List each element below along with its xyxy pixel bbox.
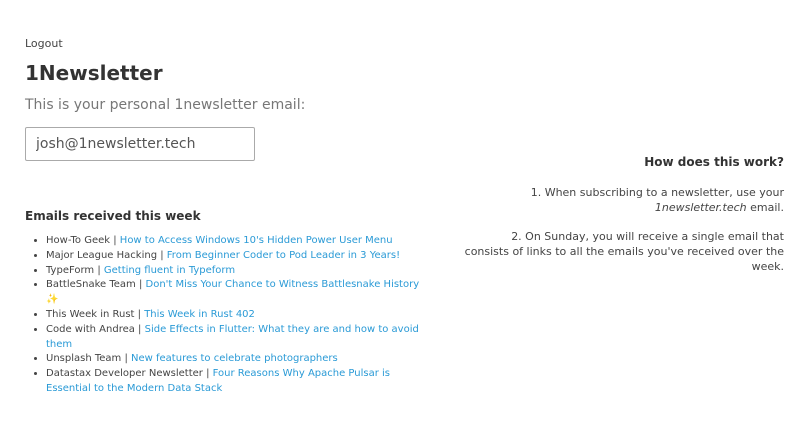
how-it-works-heading: How does this work?: [644, 155, 784, 169]
separator: |: [121, 353, 132, 365]
email-sender: BattleSnake Team: [46, 279, 136, 291]
step1-prefix: 1. When subscribing to a newsletter, use…: [530, 186, 784, 199]
email-subject-link[interactable]: This Week in Rust 402: [144, 309, 255, 320]
email-sender: Datastax Developer Newsletter: [46, 368, 203, 380]
email-sender: TypeForm: [46, 264, 95, 276]
email-subject-link[interactable]: New features to celebrate photographers: [131, 353, 338, 364]
email-sender: How-To Geek: [46, 235, 111, 246]
sparkle-icon: ✨: [46, 294, 59, 306]
list-item: Datastax Developer Newsletter | Four Rea…: [46, 367, 425, 397]
emails-heading: Emails received this week: [25, 209, 201, 223]
page-title: 1Newsletter: [25, 61, 163, 85]
step1-email-domain: 1newsletter.tech: [654, 201, 747, 214]
email-sender: Major League Hacking: [46, 249, 158, 261]
list-item: BattleSnake Team | Don't Miss Your Chanc…: [46, 278, 425, 308]
email-sender: This Week in Rust: [46, 308, 135, 320]
list-item: Code with Andrea | Side Effects in Flutt…: [46, 323, 425, 353]
separator: |: [157, 249, 167, 261]
logout-link[interactable]: Logout: [25, 37, 63, 50]
step1-suffix: email.: [746, 201, 784, 214]
list-item: This Week in Rust | This Week in Rust 40…: [46, 308, 425, 323]
intro-text: This is your personal 1newsletter email:: [25, 97, 306, 113]
list-item: How-To Geek | How to Access Windows 10's…: [46, 234, 425, 249]
list-item: Major League Hacking | From Beginner Cod…: [46, 249, 425, 264]
list-item: TypeForm | Getting fluent in Typeform: [46, 264, 425, 279]
separator: |: [134, 323, 145, 335]
email-subject-link[interactable]: Don't Miss Your Chance to Witness Battle…: [146, 279, 420, 290]
separator: |: [110, 235, 120, 246]
email-list: How-To Geek | How to Access Windows 10's…: [25, 234, 425, 397]
how-it-works-panel: How does this work? 1. When subscribing …: [464, 155, 784, 288]
email-subject-link[interactable]: From Beginner Coder to Pod Leader in 3 Y…: [167, 250, 400, 261]
list-item: Unsplash Team | New features to celebrat…: [46, 352, 425, 367]
separator: |: [135, 279, 146, 291]
email-subject-link[interactable]: Getting fluent in Typeform: [104, 265, 235, 276]
email-sender: Code with Andrea: [46, 323, 135, 335]
email-subject-link[interactable]: How to Access Windows 10's Hidden Power …: [120, 235, 393, 246]
separator: |: [94, 264, 104, 276]
email-sender: Unsplash Team: [46, 353, 122, 365]
how-step-2: 2. On Sunday, you will receive a single …: [464, 230, 784, 273]
separator: |: [202, 368, 213, 380]
how-step-1: 1. When subscribing to a newsletter, use…: [464, 185, 784, 215]
personal-email-field[interactable]: [25, 127, 255, 161]
separator: |: [134, 308, 145, 320]
